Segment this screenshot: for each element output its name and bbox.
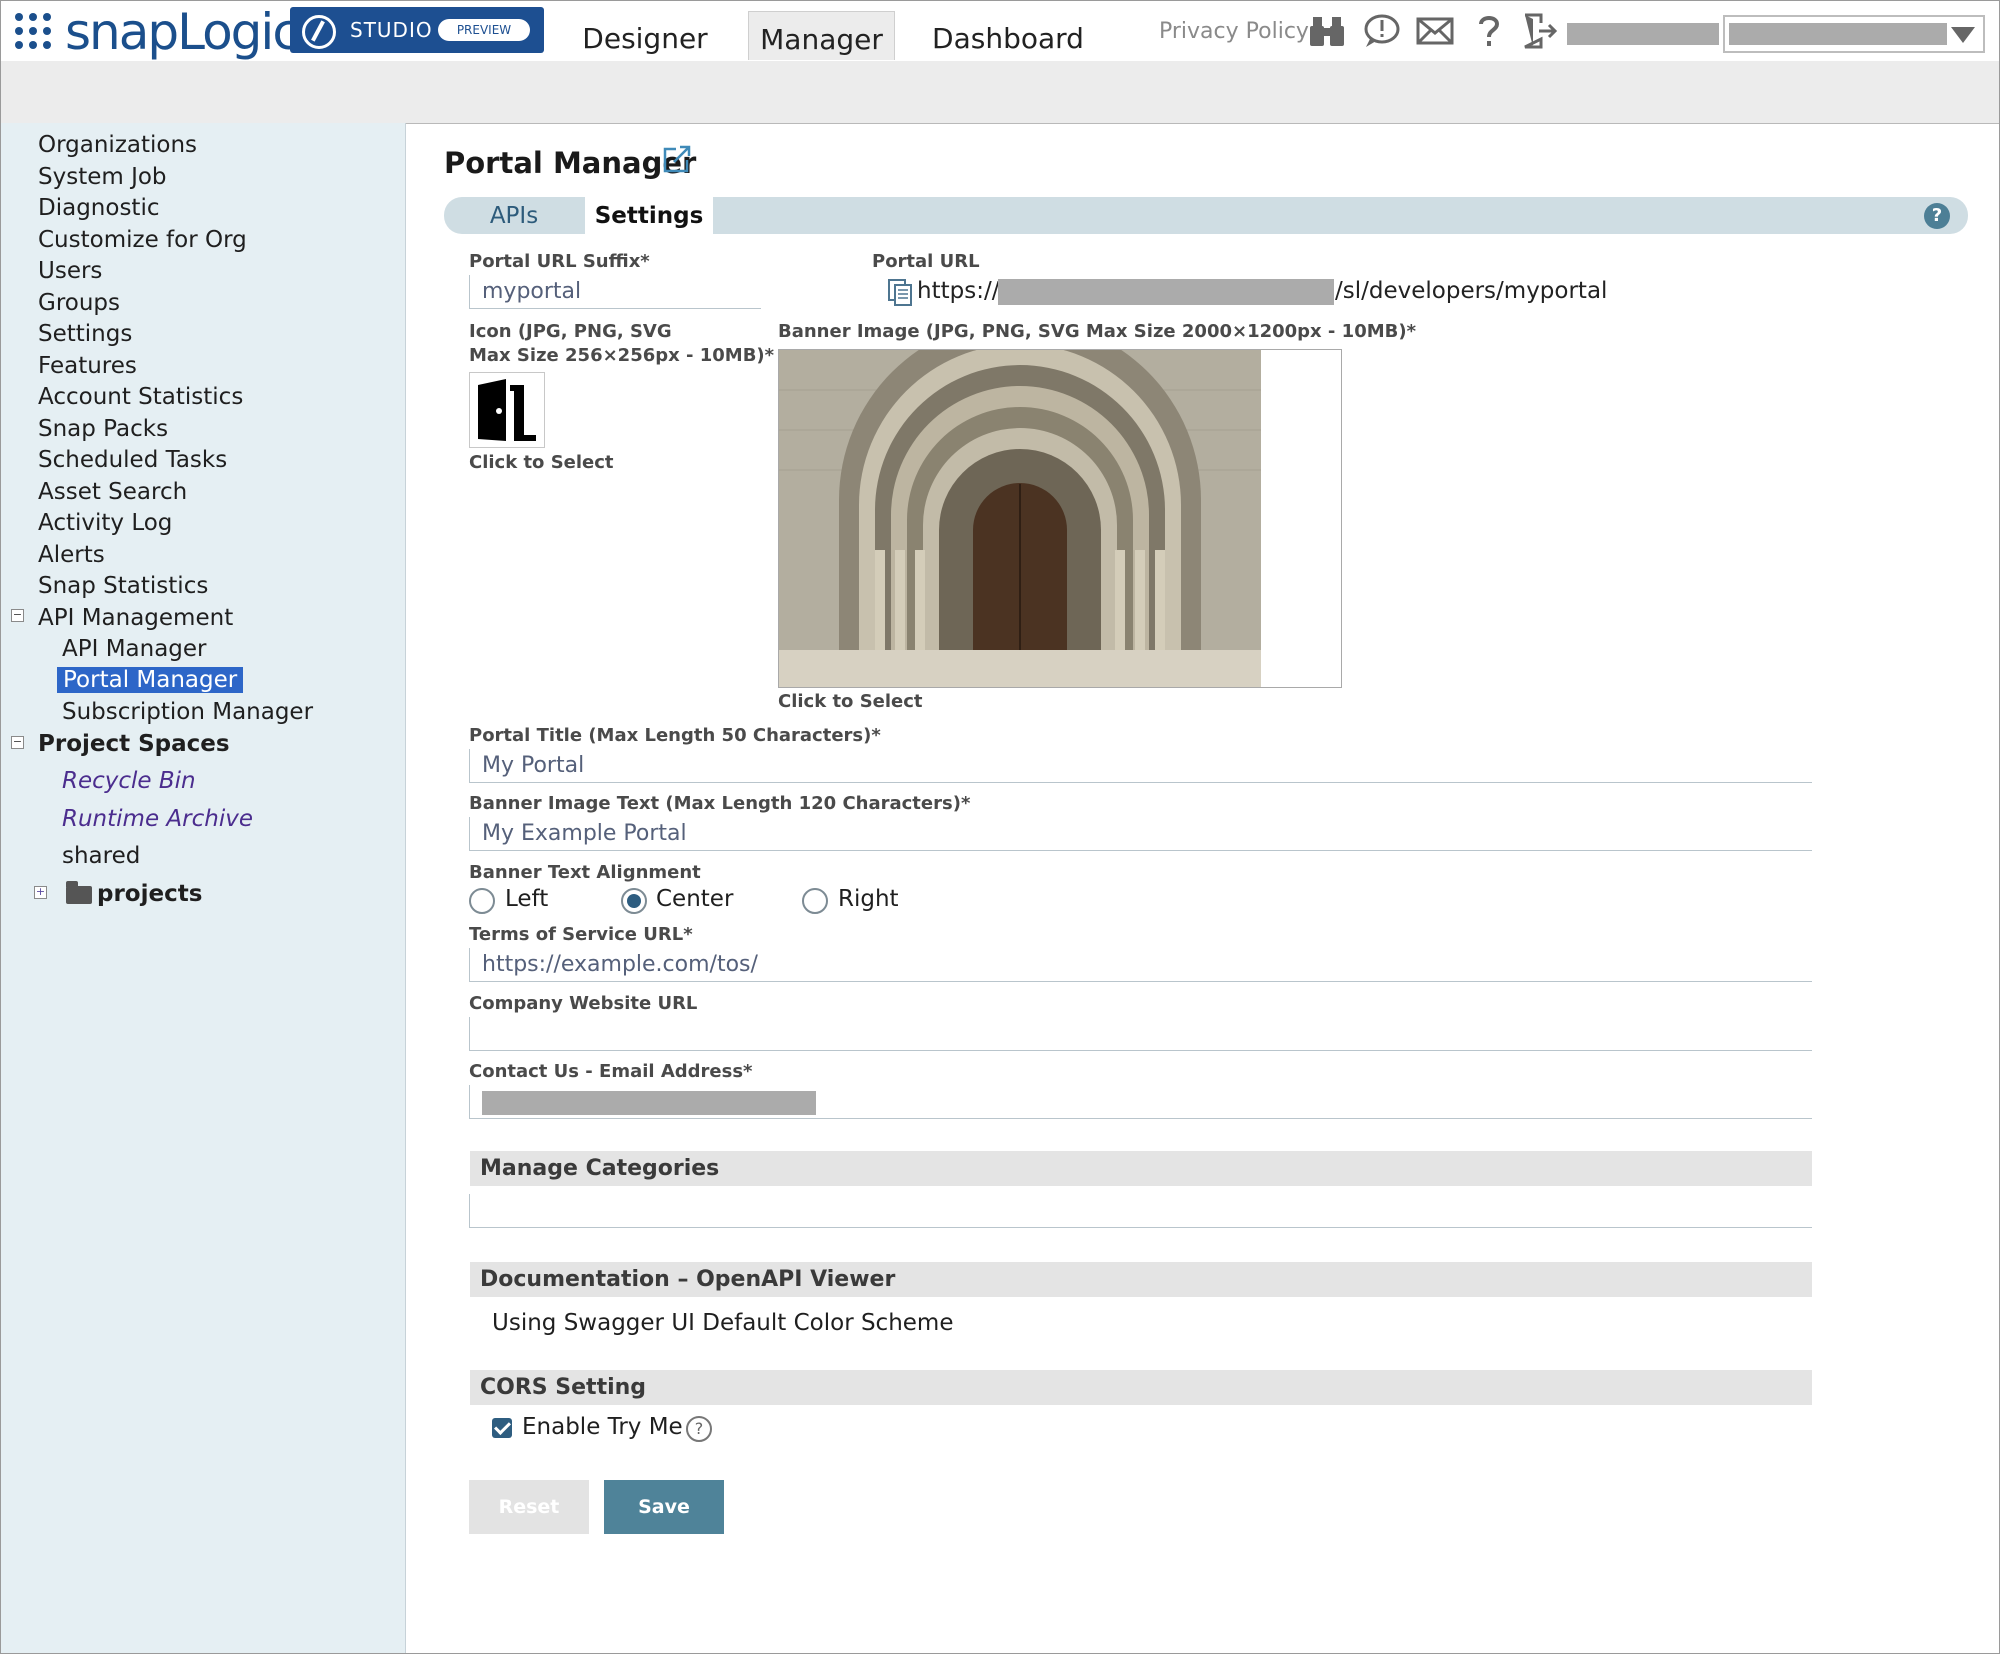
icon-upload-box[interactable] bbox=[469, 372, 545, 448]
sidebar-item-scheduled-tasks[interactable]: Scheduled Tasks bbox=[38, 447, 227, 473]
sidebar-item-runtime-archive[interactable]: Runtime Archive bbox=[62, 806, 253, 832]
sidebar-item-api-management[interactable]: API Management bbox=[38, 605, 233, 631]
enable-try-me-checkbox[interactable] bbox=[492, 1418, 512, 1438]
studio-badge[interactable]: STUDIO PREVIEW bbox=[290, 7, 544, 53]
contact-email-label: Contact Us - Email Address* bbox=[469, 1061, 753, 1082]
portal-title-input[interactable] bbox=[469, 749, 1812, 783]
logout-icon[interactable] bbox=[1521, 13, 1561, 49]
radio-left-label[interactable]: Left bbox=[505, 886, 548, 912]
banner-image-label: Banner Image (JPG, PNG, SVG Max Size 200… bbox=[778, 321, 1416, 342]
sidebar-item-project-spaces[interactable]: Project Spaces bbox=[38, 731, 230, 757]
sidebar-item-diagnostic[interactable]: Diagnostic bbox=[38, 195, 159, 221]
radio-center-label[interactable]: Center bbox=[656, 886, 733, 912]
nav-manager[interactable]: Manager bbox=[748, 11, 895, 60]
reset-button[interactable]: Reset bbox=[469, 1480, 589, 1534]
categories-input[interactable] bbox=[469, 1194, 1812, 1228]
sidebar-item-snap-packs[interactable]: Snap Packs bbox=[38, 416, 168, 442]
binoculars-icon[interactable] bbox=[1307, 13, 1347, 49]
radio-right[interactable] bbox=[802, 888, 828, 914]
company-url-input[interactable] bbox=[469, 1017, 1812, 1051]
redacted-username bbox=[1567, 23, 1719, 45]
snaplogic-logo[interactable]: snapLogic® bbox=[65, 3, 308, 61]
toolbar-strip bbox=[1, 61, 1999, 124]
contact-email-input[interactable] bbox=[469, 1085, 1812, 1119]
sidebar-item-users[interactable]: Users bbox=[38, 258, 102, 284]
sidebar-item-projects[interactable]: projects bbox=[97, 881, 202, 907]
page-title: Portal Manager bbox=[444, 146, 697, 180]
sidebar-item-features[interactable]: Features bbox=[38, 353, 137, 379]
banner-click-to-select[interactable]: Click to Select bbox=[778, 691, 923, 712]
banner-upload-box[interactable] bbox=[778, 349, 1342, 688]
icon-click-to-select[interactable]: Click to Select bbox=[469, 452, 614, 473]
external-link-icon[interactable] bbox=[662, 144, 692, 174]
chevron-down-icon bbox=[1951, 27, 1975, 43]
icon-label-line2: Max Size 256×256px - 10MB)* bbox=[469, 345, 775, 366]
documentation-header[interactable]: Documentation – OpenAPI Viewer bbox=[470, 1262, 1812, 1297]
org-selector[interactable] bbox=[1723, 15, 1985, 53]
portal-url-prefix: https:// bbox=[917, 278, 1000, 304]
manage-categories-header[interactable]: Manage Categories bbox=[470, 1151, 1812, 1186]
portal-url-suffix-input[interactable] bbox=[469, 275, 761, 309]
church-portal-image bbox=[779, 350, 1261, 687]
question-circle-icon[interactable]: ? bbox=[686, 1416, 712, 1442]
expand-projects-icon[interactable]: + bbox=[34, 886, 47, 899]
radio-right-label[interactable]: Right bbox=[838, 886, 899, 912]
redacted-host bbox=[998, 279, 1334, 305]
save-button[interactable]: Save bbox=[604, 1480, 724, 1534]
copy-icon[interactable] bbox=[887, 278, 913, 306]
tab-apis[interactable]: APIs bbox=[444, 197, 584, 234]
sidebar-item-subscription-manager[interactable]: Subscription Manager bbox=[62, 699, 313, 725]
portal-url-label: Portal URL bbox=[872, 251, 980, 272]
portal-url-suffix-label: Portal URL Suffix* bbox=[469, 251, 650, 272]
sidebar-item-shared[interactable]: shared bbox=[62, 843, 140, 869]
sidebar-item-account-statistics[interactable]: Account Statistics bbox=[38, 384, 243, 410]
sidebar-item-recycle-bin[interactable]: Recycle Bin bbox=[62, 768, 196, 794]
sidebar-item-system-job[interactable]: System Job bbox=[38, 164, 167, 190]
sidebar-item-customize-for-org[interactable]: Customize for Org bbox=[38, 227, 247, 253]
cors-header[interactable]: CORS Setting bbox=[470, 1370, 1812, 1405]
folder-icon bbox=[66, 881, 92, 904]
alignment-label: Banner Text Alignment bbox=[469, 862, 701, 883]
sidebar-item-api-manager[interactable]: API Manager bbox=[62, 636, 207, 662]
portal-title-label: Portal Title (Max Length 50 Characters)* bbox=[469, 725, 881, 746]
preview-badge: PREVIEW bbox=[438, 19, 530, 41]
radio-left[interactable] bbox=[469, 888, 495, 914]
sidebar-item-portal-manager[interactable]: Portal Manager bbox=[57, 667, 244, 693]
studio-label: STUDIO bbox=[350, 18, 433, 42]
radio-center[interactable] bbox=[621, 888, 647, 914]
tab-settings[interactable]: Settings bbox=[585, 197, 713, 234]
collapse-api-management-icon[interactable]: − bbox=[11, 609, 24, 622]
sidebar-item-organizations[interactable]: Organizations bbox=[38, 132, 197, 158]
nav-designer[interactable]: Designer bbox=[575, 11, 715, 59]
redacted-org bbox=[1729, 23, 1947, 45]
door-icon bbox=[478, 379, 536, 441]
banner-text-label: Banner Image Text (Max Length 120 Charac… bbox=[469, 793, 971, 814]
sidebar-item-asset-search[interactable]: Asset Search bbox=[38, 479, 187, 505]
enable-try-me-label[interactable]: Enable Try Me bbox=[522, 1414, 683, 1440]
alert-bubble-icon[interactable] bbox=[1361, 13, 1401, 49]
sidebar-item-groups[interactable]: Groups bbox=[38, 290, 120, 316]
tos-label: Terms of Service URL* bbox=[469, 924, 693, 945]
banner-text-input[interactable] bbox=[469, 817, 1812, 851]
sidebar-item-settings[interactable]: Settings bbox=[38, 321, 132, 347]
sidebar-item-alerts[interactable]: Alerts bbox=[38, 542, 105, 568]
studio-logo-icon bbox=[302, 15, 336, 49]
question-icon[interactable] bbox=[1469, 13, 1509, 49]
app-grid-icon[interactable] bbox=[15, 13, 53, 51]
collapse-project-spaces-icon[interactable]: − bbox=[11, 736, 24, 749]
redacted-email bbox=[482, 1091, 816, 1115]
icon-label-line1: Icon (JPG, PNG, SVG bbox=[469, 321, 672, 342]
privacy-policy-link[interactable]: Privacy Policy bbox=[1159, 19, 1309, 44]
help-icon[interactable]: ? bbox=[1924, 203, 1950, 229]
portal-url-path: /sl/developers/myportal bbox=[1335, 278, 1608, 304]
company-url-label: Company Website URL bbox=[469, 993, 698, 1014]
envelope-icon[interactable] bbox=[1415, 13, 1455, 49]
tos-input[interactable] bbox=[469, 948, 1812, 982]
nav-dashboard[interactable]: Dashboard bbox=[923, 11, 1093, 59]
sidebar-item-snap-statistics[interactable]: Snap Statistics bbox=[38, 573, 208, 599]
sidebar-item-activity-log[interactable]: Activity Log bbox=[38, 510, 172, 536]
documentation-text: Using Swagger UI Default Color Scheme bbox=[492, 1310, 954, 1336]
tab-bar: APIs Settings ? bbox=[444, 197, 1968, 234]
top-bar: snapLogic® STUDIO PREVIEW Designer Manag… bbox=[1, 1, 1999, 61]
